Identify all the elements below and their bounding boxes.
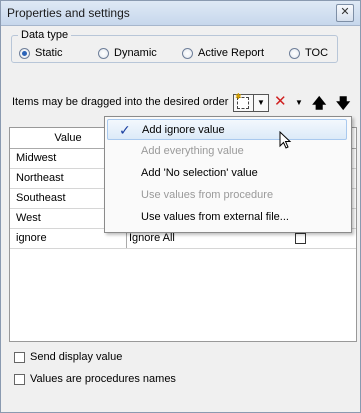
menu-item-label: Add 'No selection' value — [141, 167, 258, 179]
cell-value[interactable]: Northeast — [16, 172, 64, 184]
row-divider — [10, 248, 356, 249]
radio-dynamic-indicator[interactable] — [98, 47, 109, 59]
radio-active-report[interactable]: Active Report — [182, 47, 264, 59]
move-down-icon[interactable]: 🡇 — [336, 94, 350, 112]
menu-item-add-everything-value: Add everything value — [107, 141, 347, 162]
title-bar[interactable]: Properties and settings ✕ — [1, 1, 360, 26]
menu-item-label: Use values from external file... — [141, 211, 289, 223]
menu-item-add-no-selection-value[interactable]: Add 'No selection' value — [107, 163, 347, 184]
values-are-procedure-names-label: Values are procedures names — [30, 373, 176, 385]
row-checkbox[interactable] — [295, 233, 306, 244]
values-are-procedure-names-checkbox[interactable]: Values are procedures names — [14, 373, 176, 385]
send-display-value-label: Send display value — [30, 351, 123, 363]
radio-dynamic[interactable]: Dynamic — [98, 47, 157, 59]
menu-item-label: Use values from procedure — [141, 189, 274, 201]
menu-item-use-values-from-procedure: Use values from procedure — [107, 185, 347, 206]
new-star-icon: ✱ — [235, 92, 242, 101]
cell-value[interactable]: Midwest — [16, 152, 56, 164]
cell-value[interactable]: Southeast — [16, 192, 66, 204]
checkmark-icon: ✓ — [119, 122, 131, 138]
move-up-icon[interactable]: 🡅 — [312, 94, 326, 112]
close-button[interactable]: ✕ — [336, 4, 354, 22]
radio-toc-label: TOC — [305, 47, 329, 59]
radio-static[interactable]: Static — [19, 47, 63, 59]
radio-toc-indicator[interactable] — [289, 47, 300, 59]
window-title: Properties and settings — [7, 6, 130, 20]
mouse-cursor-icon — [279, 131, 292, 149]
radio-active-report-indicator[interactable] — [182, 47, 193, 59]
radio-dynamic-label: Dynamic — [114, 47, 157, 59]
add-value-dropdown-menu: ✓ Add ignore value Add everything value … — [104, 116, 352, 233]
send-display-value-checkbox[interactable]: Send display value — [14, 351, 122, 363]
menu-item-use-values-from-external-file[interactable]: Use values from external file... — [107, 207, 347, 228]
cell-value[interactable]: ignore — [16, 232, 47, 244]
chevron-down-icon[interactable]: ▼ — [253, 95, 268, 111]
menu-item-add-ignore-value[interactable]: ✓ Add ignore value — [107, 119, 347, 140]
order-instructions: Items may be dragged into the desired or… — [12, 96, 229, 108]
add-value-button[interactable]: ✱ ▼ — [233, 92, 269, 112]
cell-value[interactable]: West — [16, 212, 41, 224]
cell-display[interactable]: Ignore All — [129, 232, 175, 244]
radio-active-report-label: Active Report — [198, 47, 265, 59]
menu-item-label: Add ignore value — [142, 124, 225, 136]
radio-toc[interactable]: TOC — [289, 47, 328, 59]
properties-window: Properties and settings ✕ Data type Stat… — [0, 0, 361, 413]
menu-item-label: Add everything value — [141, 145, 244, 157]
radio-static-indicator[interactable] — [19, 47, 30, 59]
data-type-legend: Data type — [21, 29, 69, 41]
send-display-value-box[interactable] — [14, 351, 25, 363]
delete-dropdown-icon[interactable]: ▼ — [295, 94, 303, 112]
radio-static-label: Static — [35, 47, 63, 59]
order-toolbar: Items may be dragged into the desired or… — [9, 92, 355, 112]
values-are-procedure-names-box[interactable] — [14, 373, 25, 385]
